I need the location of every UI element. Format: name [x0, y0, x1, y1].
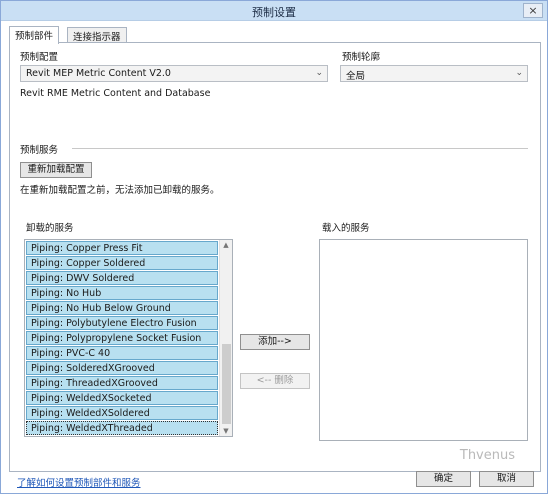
list-item[interactable]: Piping: ThreadedXGrooved: [26, 376, 218, 390]
list-item[interactable]: Piping: WeldedXThreaded: [26, 421, 218, 435]
profile-label: 预制轮廓: [342, 52, 381, 63]
list-item[interactable]: Piping: Copper Press Fit: [26, 241, 218, 255]
fabrication-settings-dialog: 预制设置 × 预制部件 连接指示器 预制配置 Revit MEP Metric …: [0, 0, 548, 494]
loaded-services-label: 载入的服务: [322, 223, 370, 234]
scroll-thumb[interactable]: [222, 344, 231, 424]
close-icon: ×: [528, 4, 538, 17]
reload-config-button[interactable]: 重新加载配置: [20, 162, 92, 178]
list-item[interactable]: Piping: No Hub Below Ground: [26, 301, 218, 315]
list-item[interactable]: Piping: Copper Soldered: [26, 256, 218, 270]
profile-selected-value: 全局: [346, 71, 366, 82]
dialog-title: 预制设置: [252, 6, 296, 19]
list-item[interactable]: Piping: PVC-C 40: [26, 346, 218, 360]
list-item[interactable]: Piping: Polypropylene Socket Fusion: [26, 331, 218, 345]
reload-note: 在重新加载配置之前，无法添加已卸载的服务。: [20, 185, 220, 196]
list-item[interactable]: Piping: DWV Soldered: [26, 271, 218, 285]
title-bar: 预制设置 ×: [1, 1, 547, 21]
list-item[interactable]: Piping: No Hub: [26, 286, 218, 300]
config-selected-value: Revit MEP Metric Content V2.0: [26, 68, 171, 79]
tab-fabrication-parts[interactable]: 预制部件: [9, 26, 60, 44]
config-dropdown[interactable]: Revit MEP Metric Content V2.0 ⌄: [20, 65, 328, 82]
chevron-down-icon: ⌄: [315, 68, 323, 78]
remove-service-button[interactable]: <-- 删除: [240, 373, 310, 389]
add-service-button[interactable]: 添加-->: [240, 334, 310, 350]
watermark: Thvenus: [459, 448, 515, 463]
scroll-down-icon[interactable]: ▼: [220, 427, 232, 435]
tab-connector-indicators[interactable]: 连接指示器: [67, 27, 127, 43]
unloaded-services-list[interactable]: Piping: Copper Press Fit Piping: Copper …: [24, 239, 233, 437]
chevron-down-icon: ⌄: [515, 68, 523, 78]
list-item[interactable]: Piping: WeldedXSocketed: [26, 391, 218, 405]
scrollbar[interactable]: ▲ ▼: [219, 240, 232, 436]
unloaded-services-label: 卸载的服务: [26, 223, 74, 234]
scroll-up-icon[interactable]: ▲: [220, 241, 232, 249]
loaded-services-list[interactable]: [319, 239, 528, 441]
help-link[interactable]: 了解如何设置预制部件和服务: [17, 475, 141, 489]
config-label: 预制配置: [20, 52, 59, 63]
list-item[interactable]: Piping: Polybutylene Electro Fusion: [26, 316, 218, 330]
section-divider: [72, 148, 528, 149]
services-section-label: 预制服务: [20, 145, 59, 156]
close-button[interactable]: ×: [523, 3, 543, 18]
list-item[interactable]: Piping: WeldedXSoldered: [26, 406, 218, 420]
list-item[interactable]: Piping: SolderedXGrooved: [26, 361, 218, 375]
tab-panel: 预制配置 Revit MEP Metric Content V2.0 ⌄ Rev…: [9, 42, 541, 472]
config-description: Revit RME Metric Content and Database: [20, 88, 211, 99]
ok-button[interactable]: 确定: [416, 471, 471, 487]
cancel-button[interactable]: 取消: [479, 471, 534, 487]
profile-dropdown[interactable]: 全局 ⌄: [340, 65, 528, 82]
